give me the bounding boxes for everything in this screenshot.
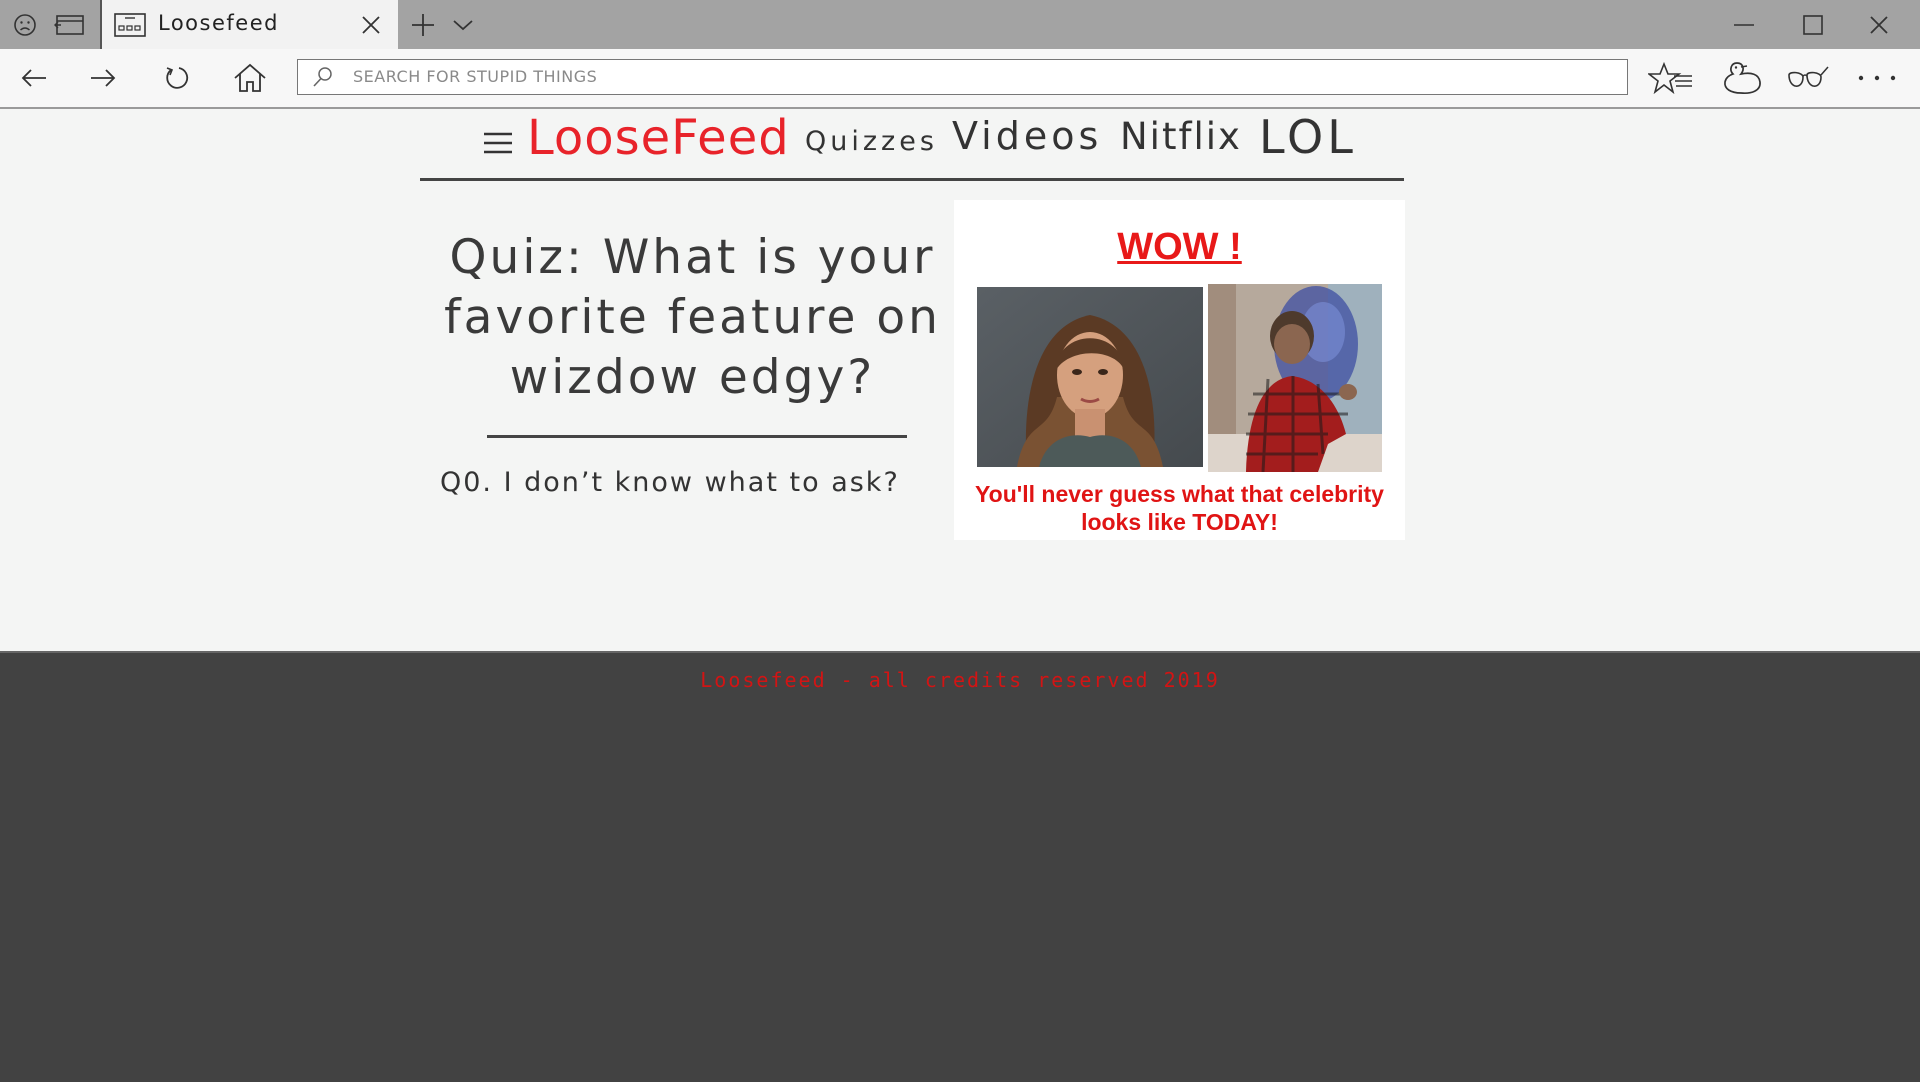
- nav-videos[interactable]: Videos: [952, 114, 1102, 158]
- favorites-icon[interactable]: [1648, 49, 1694, 107]
- quiz-question: Q0. I don’t know what to ask?: [440, 467, 900, 498]
- back-icon[interactable]: [16, 49, 52, 107]
- duck-icon[interactable]: [1720, 49, 1764, 107]
- ad-caption[interactable]: You'll never guess what that celebrity l…: [954, 480, 1405, 536]
- ad-headline[interactable]: WOW !: [954, 226, 1405, 269]
- new-tab-icon[interactable]: [408, 0, 438, 49]
- maximize-icon[interactable]: [1796, 0, 1830, 49]
- site-header: LooseFeed Quizzes Videos Nitflix LOL: [420, 108, 1404, 181]
- nav-nitflix[interactable]: Nitflix: [1120, 115, 1242, 158]
- chevron-down-icon[interactable]: [450, 0, 476, 49]
- close-icon[interactable]: [354, 0, 388, 49]
- title-divider: [487, 435, 907, 438]
- tab-loosefeed[interactable]: Loosefeed: [100, 0, 398, 49]
- window-close-icon[interactable]: [1862, 0, 1896, 49]
- search-input[interactable]: [353, 60, 1553, 93]
- more-icon[interactable]: [1852, 49, 1902, 107]
- tab-bar: Loosefeed: [0, 0, 1920, 49]
- minimize-icon[interactable]: [1727, 0, 1761, 49]
- quiz-title: Quiz: What is your favorite feature on w…: [444, 230, 941, 405]
- nav-lol[interactable]: LOL: [1259, 110, 1357, 164]
- sad-face-icon[interactable]: [8, 0, 42, 49]
- ad-box[interactable]: WOW ! You'll never guess what that celeb…: [954, 200, 1405, 540]
- tab-title: Loosefeed: [158, 11, 279, 35]
- search-icon: [310, 60, 336, 93]
- footer-text: Loosefeed - all credits reserved 2019: [700, 668, 1220, 692]
- refresh-icon[interactable]: [160, 49, 196, 107]
- glasses-icon[interactable]: [1785, 49, 1831, 107]
- footer: Loosefeed - all credits reserved 2019: [0, 651, 1920, 1082]
- home-icon[interactable]: [230, 49, 270, 107]
- address-bar: [0, 49, 1920, 109]
- nav-quizzes[interactable]: Quizzes: [805, 126, 938, 157]
- brand-logo[interactable]: LooseFeed: [527, 110, 790, 166]
- page-icon: [112, 0, 148, 49]
- hamburger-menu-icon[interactable]: [482, 130, 516, 160]
- url-box[interactable]: [297, 59, 1628, 95]
- forward-icon[interactable]: [85, 49, 121, 107]
- blurred-person-photo[interactable]: [1208, 284, 1382, 472]
- tab-list-icon[interactable]: [50, 0, 90, 49]
- celebrity-photo[interactable]: [977, 287, 1203, 467]
